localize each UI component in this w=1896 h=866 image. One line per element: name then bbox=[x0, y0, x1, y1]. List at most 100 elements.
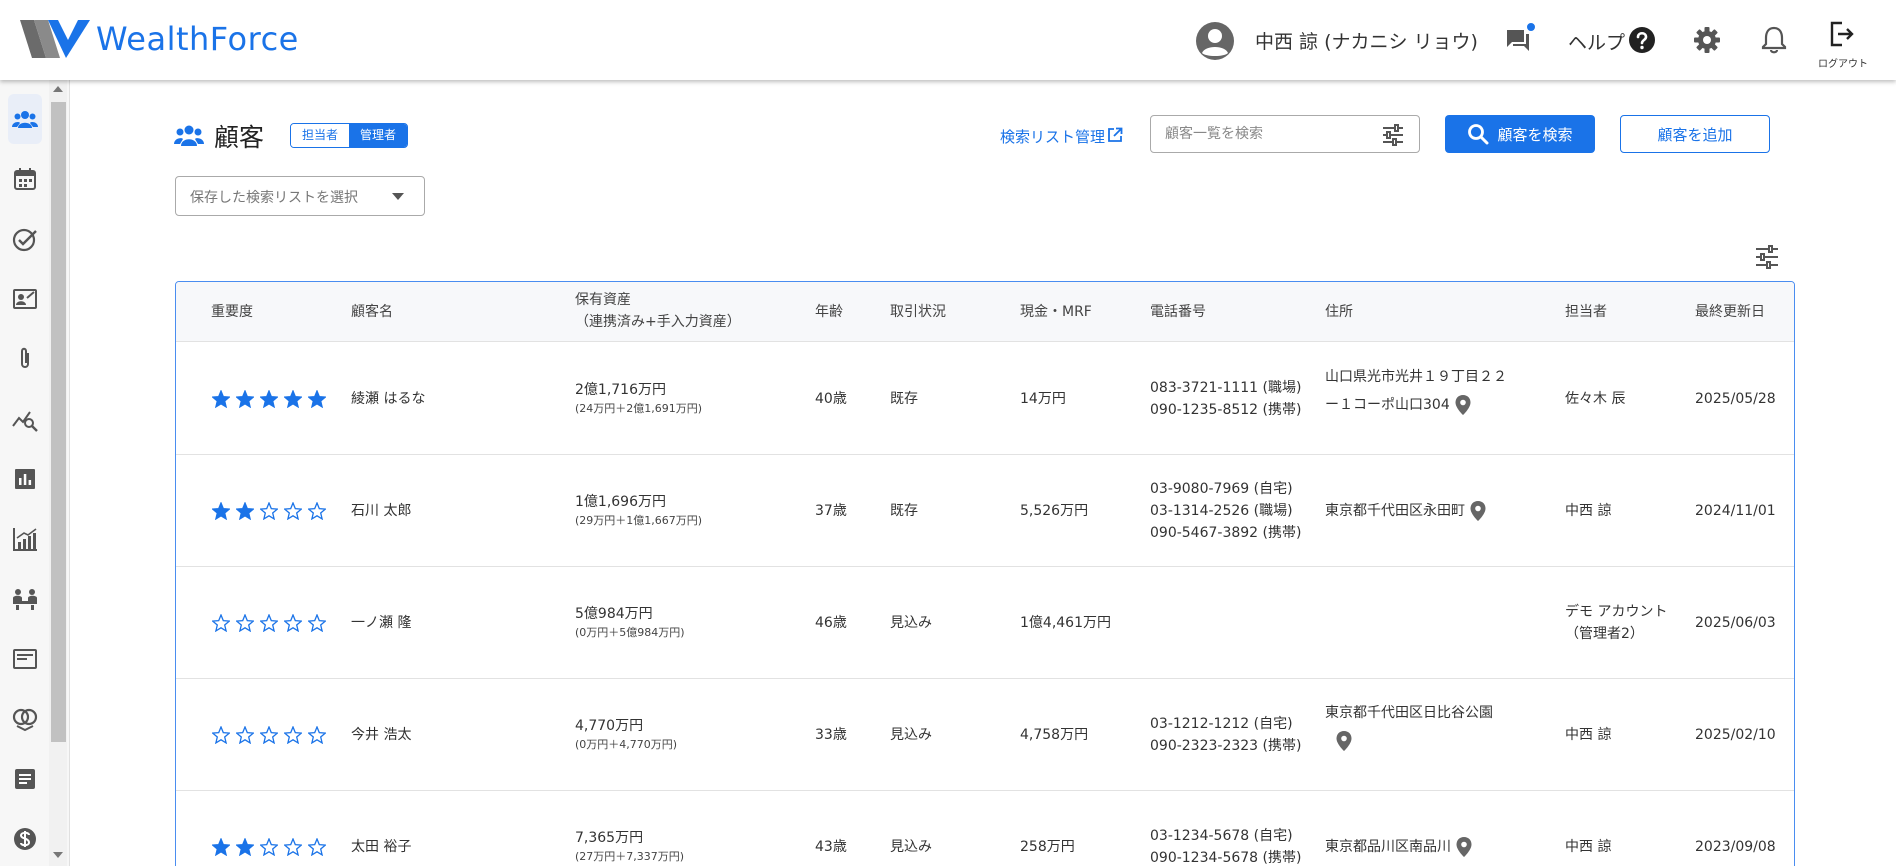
header-status[interactable]: 取引状況 bbox=[890, 301, 946, 323]
star-filled-icon[interactable] bbox=[236, 390, 254, 408]
header-age[interactable]: 年齢 bbox=[815, 301, 843, 323]
star-filled-icon[interactable] bbox=[212, 502, 230, 520]
gear-icon[interactable] bbox=[1692, 25, 1722, 55]
search-input[interactable] bbox=[1165, 124, 1375, 144]
star-outline-icon[interactable] bbox=[308, 502, 326, 520]
sidebar-item-calendar[interactable] bbox=[8, 154, 42, 204]
map-pin-icon[interactable] bbox=[1469, 500, 1487, 522]
table-row[interactable]: 石川 太郎 1億1,696万円 (29万円＋1億1,667万円) 37歳 既存 5,526… bbox=[176, 455, 1794, 567]
assets-total: 5億984万円 bbox=[575, 606, 653, 622]
importance-stars[interactable] bbox=[212, 726, 332, 744]
star-outline-icon[interactable] bbox=[284, 838, 302, 856]
table-row[interactable]: 一ノ瀬 隆 5億984万円 (0万円＋5億984万円) 46歳 見込み 1億4,461万円… bbox=[176, 567, 1794, 679]
importance-stars[interactable] bbox=[212, 838, 332, 856]
star-outline-icon[interactable] bbox=[236, 614, 254, 632]
table-row[interactable]: 今井 浩太 4,770万円 (0万円＋4,770万円) 33歳 見込み 4,758万円 03… bbox=[176, 679, 1794, 791]
sidebar-item-finance[interactable] bbox=[8, 814, 42, 864]
star-filled-icon[interactable] bbox=[212, 390, 230, 408]
importance-stars[interactable] bbox=[212, 390, 332, 408]
user-avatar-icon[interactable] bbox=[1196, 22, 1234, 60]
age-cell: 37歳 bbox=[815, 503, 847, 519]
dollar-icon bbox=[14, 828, 36, 850]
column-settings-icon[interactable] bbox=[1754, 245, 1780, 269]
map-pin-icon[interactable] bbox=[1335, 730, 1353, 752]
sidebar-item-profile[interactable] bbox=[8, 274, 42, 324]
saved-search-list-link[interactable]: 検索リスト管理 bbox=[1000, 126, 1105, 147]
map-pin-icon[interactable] bbox=[1454, 394, 1472, 416]
add-customer-button[interactable]: 顧客を追加 bbox=[1620, 115, 1770, 153]
star-filled-icon[interactable] bbox=[212, 838, 230, 856]
scroll-thumb[interactable] bbox=[51, 102, 66, 742]
help-label[interactable]: ヘルプ bbox=[1568, 28, 1625, 55]
star-outline-icon[interactable] bbox=[260, 502, 278, 520]
sidebar-item-meetings[interactable] bbox=[8, 574, 42, 624]
logout-icon[interactable] bbox=[1828, 20, 1856, 48]
star-outline-icon[interactable] bbox=[212, 614, 230, 632]
owner-name: 佐々木 辰 bbox=[1565, 391, 1626, 407]
logo[interactable]: WealthForce bbox=[20, 18, 299, 60]
star-outline-icon[interactable] bbox=[260, 726, 278, 744]
role-toggle-owner[interactable]: 担当者 bbox=[291, 124, 350, 147]
customer-name[interactable]: 太田 裕子 bbox=[351, 836, 411, 858]
search-customers-button[interactable]: 顧客を検索 bbox=[1445, 115, 1595, 153]
star-outline-icon[interactable] bbox=[284, 502, 302, 520]
scroll-down-arrow-icon[interactable] bbox=[53, 852, 63, 858]
user-name[interactable]: 中西 諒 (ナカニシ リョウ) bbox=[1255, 27, 1478, 54]
sidebar-item-customers[interactable] bbox=[8, 94, 42, 144]
table-row[interactable]: 綾瀬 はるな 2億1,716万円 (24万円＋2億1,691万円) 40歳 既存 14万円… bbox=[176, 343, 1794, 455]
sidebar-item-insurance[interactable] bbox=[8, 694, 42, 744]
scroll-up-arrow-icon[interactable] bbox=[53, 86, 63, 92]
star-filled-icon[interactable] bbox=[236, 502, 254, 520]
help-icon[interactable] bbox=[1628, 26, 1656, 54]
star-outline-icon[interactable] bbox=[308, 726, 326, 744]
filter-settings-icon[interactable] bbox=[1381, 124, 1405, 146]
assets-cell: 1億1,696万円 (29万円＋1億1,667万円) bbox=[575, 491, 702, 529]
importance-stars[interactable] bbox=[212, 502, 332, 520]
header-phone[interactable]: 電話番号 bbox=[1150, 301, 1206, 323]
star-outline-icon[interactable] bbox=[308, 838, 326, 856]
bell-icon[interactable] bbox=[1760, 25, 1788, 55]
star-outline-icon[interactable] bbox=[260, 614, 278, 632]
role-toggle-admin[interactable]: 管理者 bbox=[349, 124, 408, 147]
header-cash[interactable]: 現金・MRF bbox=[1020, 301, 1092, 323]
star-filled-icon[interactable] bbox=[284, 390, 302, 408]
paperclip-icon bbox=[21, 347, 29, 368]
saved-search-select[interactable]: 保存した検索リストを選択 bbox=[175, 176, 425, 216]
map-pin-icon[interactable] bbox=[1455, 836, 1473, 858]
star-filled-icon[interactable] bbox=[236, 838, 254, 856]
star-filled-icon[interactable] bbox=[308, 390, 326, 408]
sidebar-item-attachments[interactable] bbox=[8, 334, 42, 384]
sidebar-item-tasks[interactable] bbox=[8, 214, 42, 264]
star-outline-icon[interactable] bbox=[308, 614, 326, 632]
header-updated[interactable]: 最終更新日 bbox=[1695, 301, 1765, 323]
header-name[interactable]: 顧客名 bbox=[351, 301, 393, 323]
header-assets[interactable]: 保有資産 （連携済み+手入力資産） bbox=[575, 289, 741, 333]
customer-name[interactable]: 石川 太郎 bbox=[351, 500, 411, 522]
table-row[interactable]: 太田 裕子 7,365万円 (27万円＋7,337万円) 43歳 見込み 258万円 03-… bbox=[176, 791, 1794, 866]
customer-name[interactable]: 綾瀬 はるな bbox=[351, 388, 425, 410]
header-address[interactable]: 住所 bbox=[1325, 301, 1353, 323]
external-link-icon[interactable] bbox=[1107, 127, 1123, 143]
importance-stars[interactable] bbox=[212, 614, 332, 632]
assets-total: 2億1,716万円 bbox=[575, 382, 666, 398]
star-outline-icon[interactable] bbox=[212, 726, 230, 744]
star-filled-icon[interactable] bbox=[260, 390, 278, 408]
sidebar-item-documents[interactable] bbox=[8, 634, 42, 684]
header-owner[interactable]: 担当者 bbox=[1565, 301, 1607, 323]
customer-name[interactable]: 今井 浩太 bbox=[351, 724, 411, 746]
star-outline-icon[interactable] bbox=[284, 614, 302, 632]
age-cell: 43歳 bbox=[815, 839, 847, 855]
sidebar-item-performance[interactable] bbox=[8, 514, 42, 564]
sidebar-scrollbar[interactable] bbox=[49, 80, 67, 866]
star-outline-icon[interactable] bbox=[284, 726, 302, 744]
sidebar-item-notes[interactable] bbox=[8, 754, 42, 804]
star-outline-icon[interactable] bbox=[260, 838, 278, 856]
sidebar-item-reports[interactable] bbox=[8, 454, 42, 504]
phone-cell: 03-9080-7969 (自宅) 03-1314-2526 (職場) 090-54… bbox=[1150, 478, 1301, 544]
header-importance[interactable]: 重要度 bbox=[211, 301, 253, 323]
sidebar-item-analysis[interactable] bbox=[8, 394, 42, 444]
document-card-icon bbox=[13, 649, 37, 669]
logout-label[interactable]: ログアウト bbox=[1815, 55, 1871, 70]
star-outline-icon[interactable] bbox=[236, 726, 254, 744]
customer-name[interactable]: 一ノ瀬 隆 bbox=[351, 612, 411, 634]
